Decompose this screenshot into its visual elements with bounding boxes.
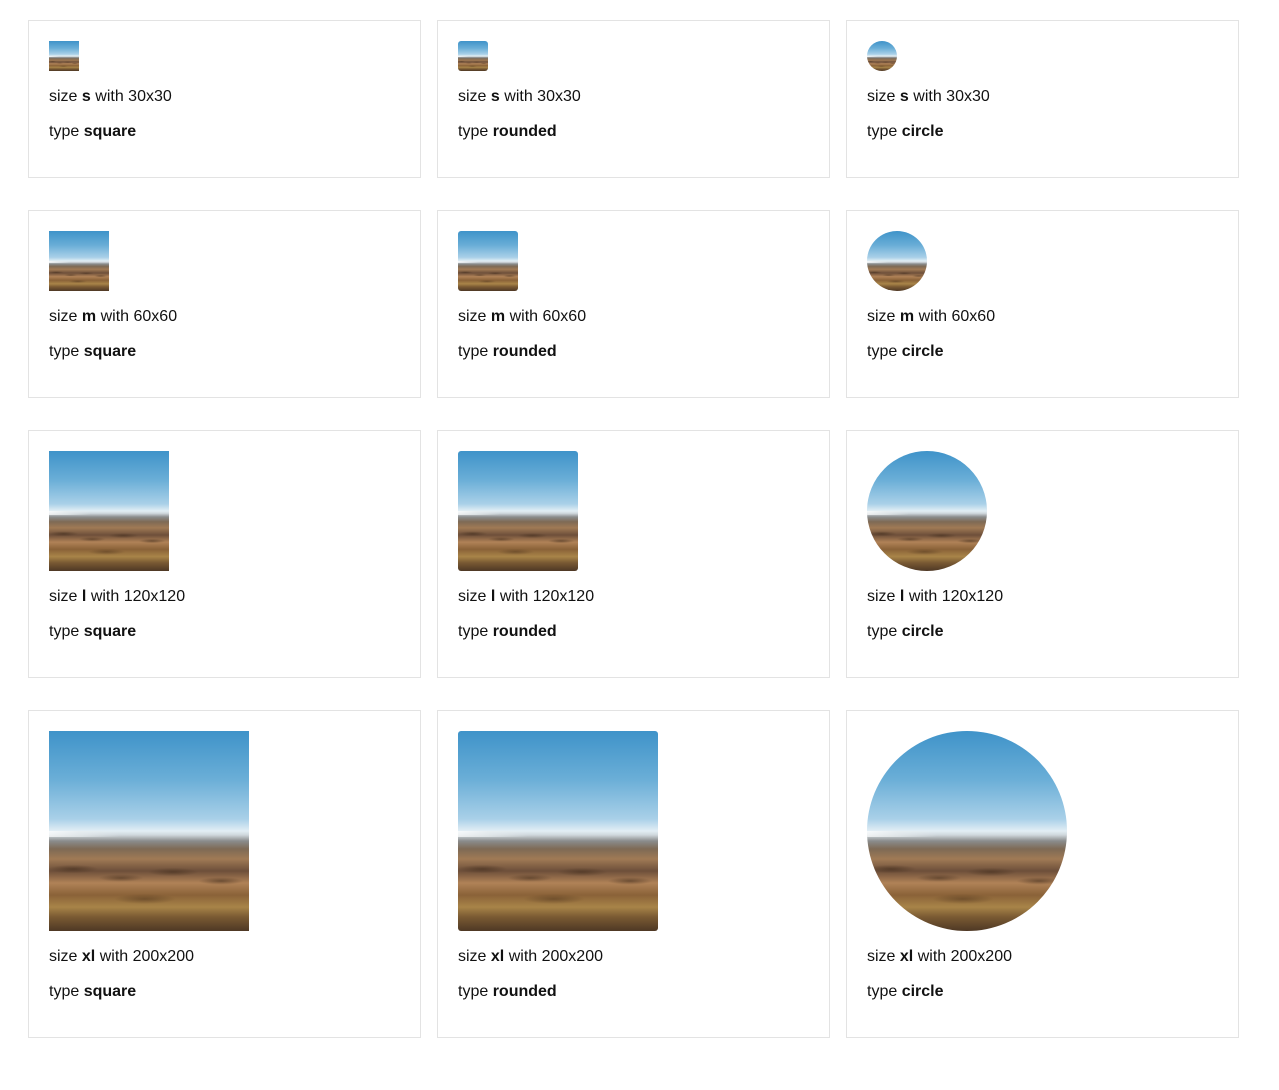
type-line: type circle	[867, 343, 944, 360]
avatar-image	[458, 451, 578, 571]
avatar-card-s-square: size s with 30x30 type square	[28, 20, 421, 178]
avatar-card-m-circle: size m with 60x60 type circle	[846, 210, 1239, 398]
type-key: rounded	[492, 123, 557, 140]
avatar-card-s-rounded: size s with 30x30 type rounded	[437, 20, 830, 178]
size-key: l	[490, 588, 496, 605]
avatar-card-l-rounded: size l with 120x120 type rounded	[437, 430, 830, 678]
size-line: size l with 120x120	[867, 588, 1004, 605]
avatar-card-l-circle: size l with 120x120 type circle	[846, 430, 1239, 678]
size-key: s	[81, 88, 91, 105]
size-line: size m with 60x60	[867, 308, 996, 325]
avatar-image	[458, 41, 488, 71]
size-line: size xl with 200x200	[49, 948, 194, 965]
size-key: s	[490, 88, 500, 105]
type-line: type rounded	[458, 123, 557, 140]
size-line: size xl with 200x200	[867, 948, 1012, 965]
type-line: type square	[49, 983, 137, 1000]
size-line: size l with 120x120	[458, 588, 595, 605]
size-line: size m with 60x60	[49, 308, 178, 325]
size-line: size m with 60x60	[458, 308, 587, 325]
type-line: type rounded	[458, 983, 557, 1000]
avatar-card-m-square: size m with 60x60 type square	[28, 210, 421, 398]
type-key: circle	[901, 123, 944, 140]
avatar-image	[867, 731, 1067, 931]
avatar-image	[867, 451, 987, 571]
type-key: square	[83, 123, 137, 140]
size-key: xl	[490, 948, 505, 965]
avatar-image	[458, 731, 658, 931]
type-key: square	[83, 343, 137, 360]
size-key: l	[81, 588, 87, 605]
size-line: size l with 120x120	[49, 588, 186, 605]
size-key: m	[490, 308, 506, 325]
type-key: circle	[901, 343, 944, 360]
avatar-image	[867, 231, 927, 291]
size-line: size xl with 200x200	[458, 948, 603, 965]
type-line: type circle	[867, 983, 944, 1000]
type-line: type square	[49, 623, 137, 640]
avatar-card-xl-rounded: size xl with 200x200 type rounded	[437, 710, 830, 1038]
size-key: xl	[81, 948, 96, 965]
type-line: type square	[49, 343, 137, 360]
type-line: type circle	[867, 123, 944, 140]
avatar-card-xl-square: size xl with 200x200 type square	[28, 710, 421, 1038]
avatar-image	[867, 41, 897, 71]
avatar-image	[49, 731, 249, 931]
type-line: type circle	[867, 623, 944, 640]
avatar-image	[49, 451, 169, 571]
avatar-card-m-rounded: size m with 60x60 type rounded	[437, 210, 830, 398]
type-key: rounded	[492, 623, 557, 640]
size-key: xl	[899, 948, 914, 965]
avatar-card-l-square: size l with 120x120 type square	[28, 430, 421, 678]
size-key: s	[899, 88, 909, 105]
size-line: size s with 30x30	[458, 88, 581, 105]
type-key: circle	[901, 623, 944, 640]
type-key: rounded	[492, 983, 557, 1000]
avatar-card-s-circle: size s with 30x30 type circle	[846, 20, 1239, 178]
size-line: size s with 30x30	[49, 88, 172, 105]
size-key: m	[81, 308, 97, 325]
size-line: size s with 30x30	[867, 88, 990, 105]
avatar-card-xl-circle: size xl with 200x200 type circle	[846, 710, 1239, 1038]
avatar-image	[49, 41, 79, 71]
avatar-demo-grid: size s with 30x30 type square size s wit…	[28, 20, 1239, 1038]
avatar-image	[49, 231, 109, 291]
type-key: square	[83, 983, 137, 1000]
type-key: circle	[901, 983, 944, 1000]
type-line: type rounded	[458, 623, 557, 640]
avatar-image	[458, 231, 518, 291]
type-key: square	[83, 623, 137, 640]
type-line: type rounded	[458, 343, 557, 360]
size-key: m	[899, 308, 915, 325]
type-key: rounded	[492, 343, 557, 360]
type-line: type square	[49, 123, 137, 140]
size-key: l	[899, 588, 905, 605]
